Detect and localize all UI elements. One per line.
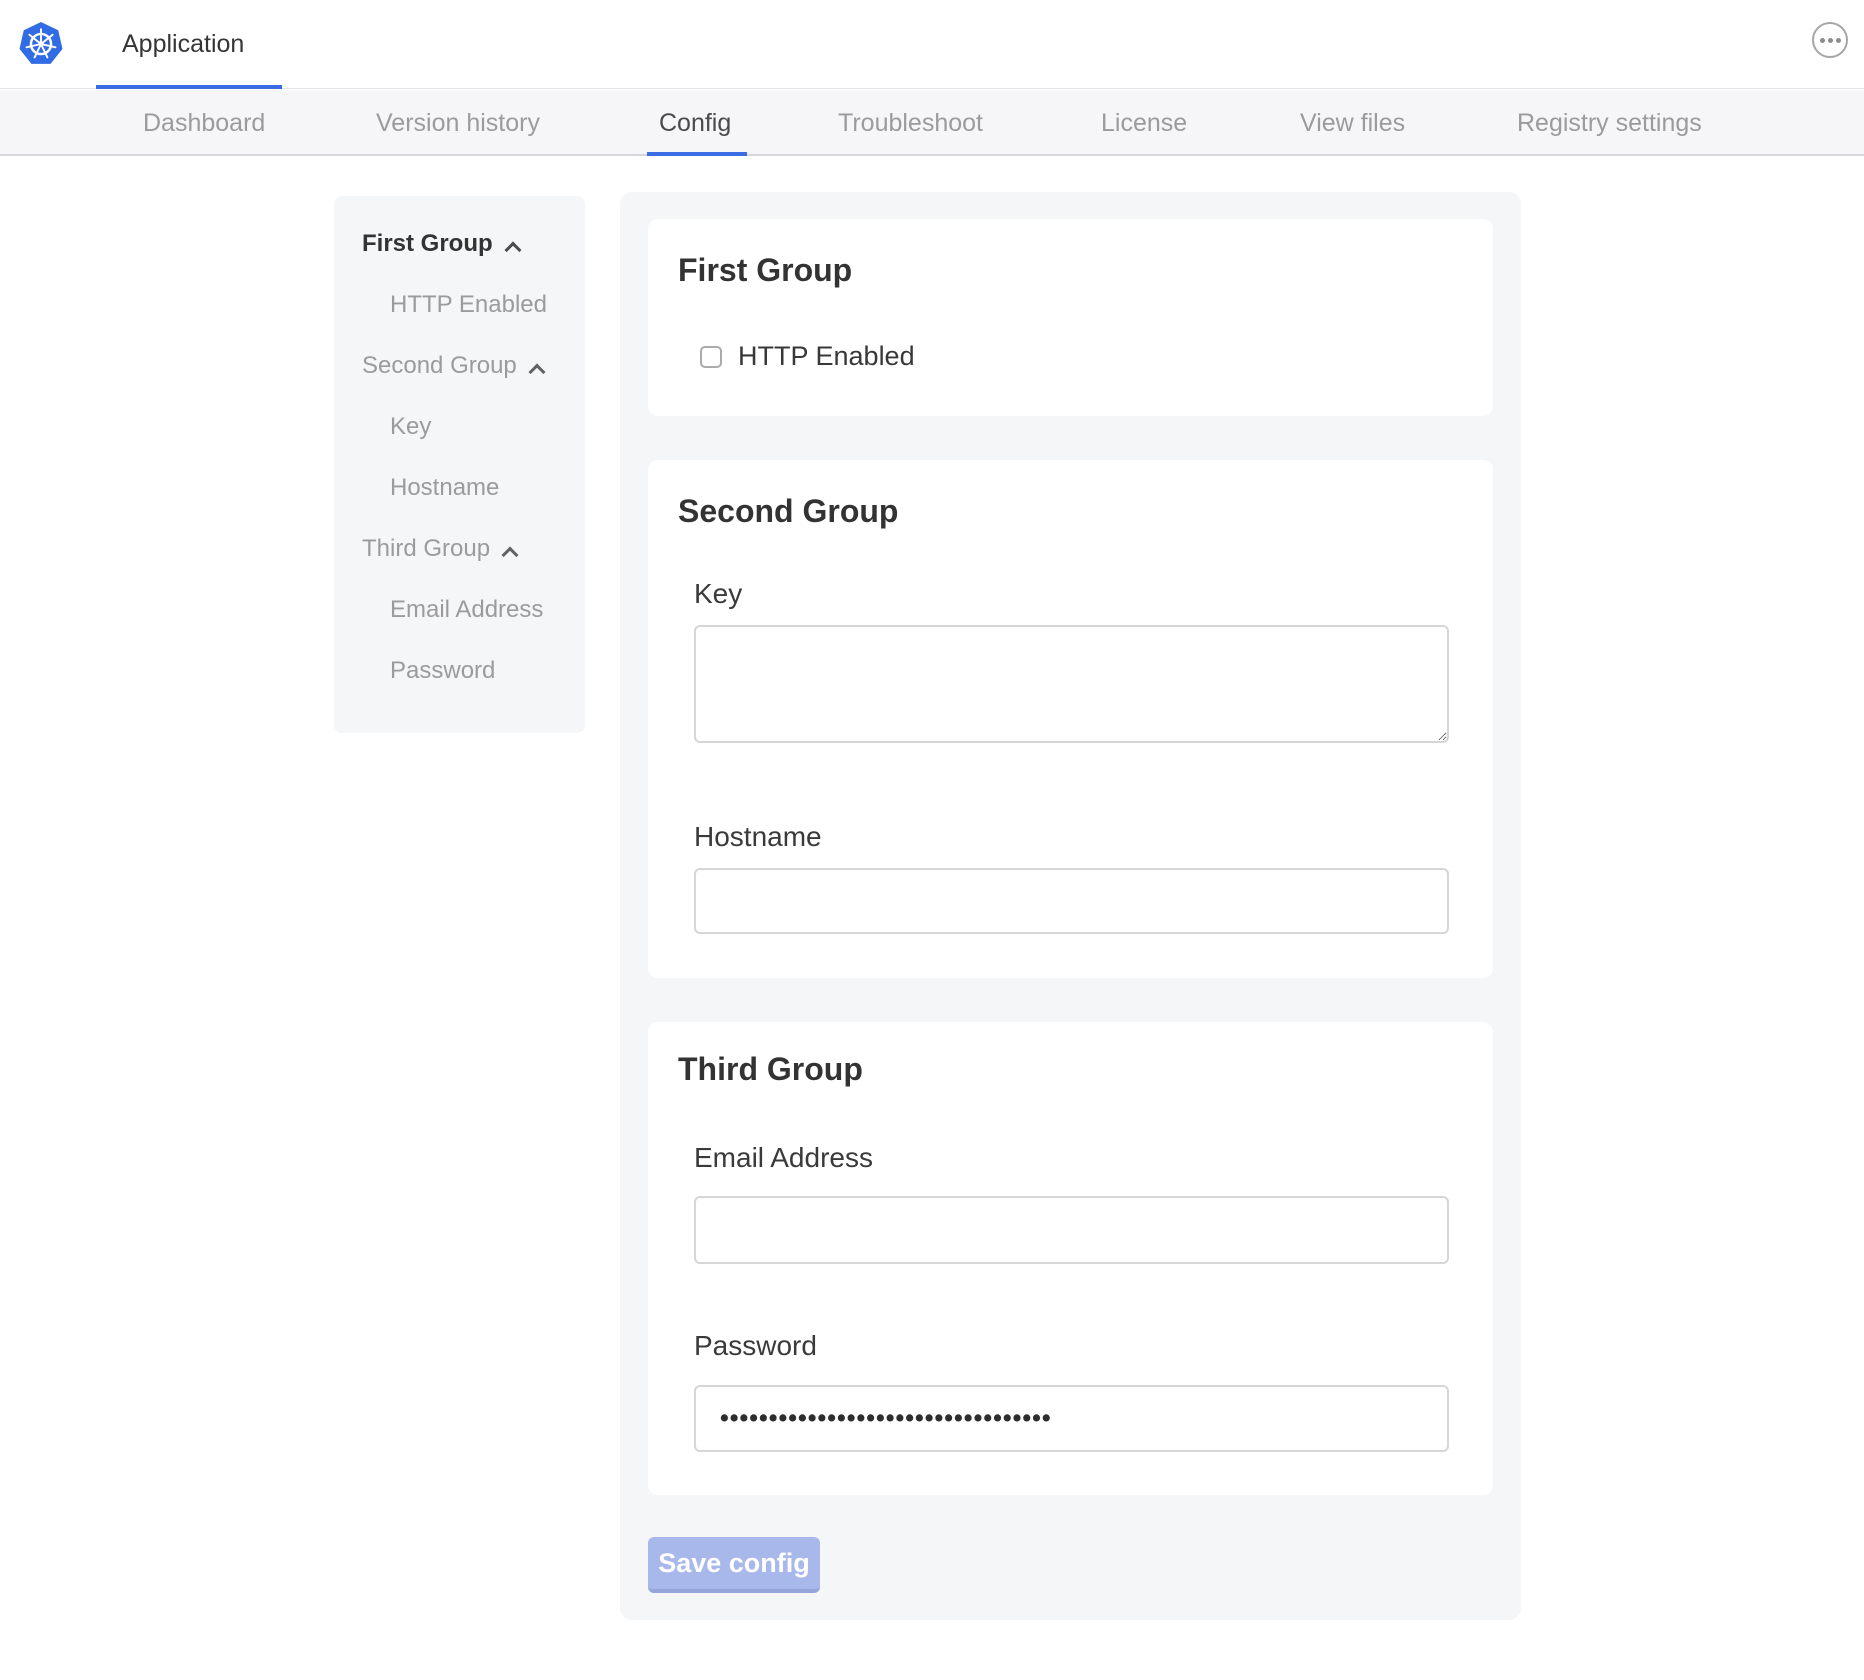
- app-header: Application: [0, 0, 1864, 89]
- chevron-up-icon: [528, 364, 545, 381]
- second-group-card: Second Group Key Hostname: [648, 460, 1493, 978]
- active-app-tab-indicator: [96, 85, 282, 89]
- config-form-panel: First Group HTTP Enabled Second Group Ke…: [620, 192, 1521, 1620]
- tab-license[interactable]: License: [1101, 90, 1187, 156]
- sidebar-item-password[interactable]: Password: [362, 659, 585, 683]
- kubernetes-logo-icon: [18, 21, 64, 67]
- email-address-label: Email Address: [694, 1144, 1463, 1172]
- key-label: Key: [694, 580, 1463, 608]
- sidebar-item-hostname[interactable]: Hostname: [362, 476, 585, 500]
- tab-view-files[interactable]: View files: [1300, 90, 1405, 156]
- hostname-input[interactable]: [694, 868, 1449, 934]
- password-label: Password: [694, 1332, 1463, 1360]
- tab-registry-settings[interactable]: Registry settings: [1517, 90, 1702, 156]
- tab-application[interactable]: Application: [96, 0, 282, 89]
- http-enabled-label: HTTP Enabled: [738, 343, 915, 370]
- http-enabled-row[interactable]: HTTP Enabled: [700, 343, 1463, 370]
- application-tab-label: Application: [122, 30, 244, 59]
- tab-version-history[interactable]: Version history: [376, 90, 540, 156]
- email-address-input[interactable]: [694, 1196, 1449, 1264]
- tab-config[interactable]: Config: [659, 90, 731, 156]
- active-nav-tab-indicator: [647, 152, 747, 156]
- sidebar-item-second-group[interactable]: Second Group: [362, 354, 585, 378]
- config-groups-sidebar: First Group HTTP Enabled Second Group Ke…: [334, 196, 585, 733]
- key-textarea[interactable]: [694, 625, 1449, 743]
- tab-dashboard[interactable]: Dashboard: [143, 90, 265, 156]
- sidebar-item-third-group[interactable]: Third Group: [362, 537, 585, 561]
- chevron-up-icon: [504, 242, 521, 259]
- third-group-card: Third Group Email Address Password: [648, 1022, 1493, 1495]
- ellipsis-icon: [1820, 38, 1825, 43]
- http-enabled-checkbox[interactable]: [700, 346, 722, 368]
- password-input[interactable]: [694, 1385, 1449, 1452]
- save-config-button[interactable]: Save config: [648, 1537, 820, 1593]
- sidebar-item-email-address[interactable]: Email Address: [362, 598, 585, 622]
- first-group-card: First Group HTTP Enabled: [648, 219, 1493, 416]
- kots-admin-config-page: Application Dashboard Version history Co…: [0, 0, 1864, 1680]
- sidebar-item-first-group[interactable]: First Group: [362, 232, 585, 256]
- tab-troubleshoot[interactable]: Troubleshoot: [838, 90, 983, 156]
- app-navbar: Dashboard Version history Config Trouble…: [0, 90, 1864, 156]
- third-group-title: Third Group: [678, 1052, 1463, 1086]
- sidebar-item-http-enabled[interactable]: HTTP Enabled: [362, 293, 585, 317]
- sidebar-item-key[interactable]: Key: [362, 415, 585, 439]
- second-group-title: Second Group: [678, 494, 1463, 528]
- first-group-title: First Group: [678, 253, 1463, 287]
- overflow-menu-button[interactable]: [1812, 22, 1848, 58]
- chevron-up-icon: [502, 547, 519, 564]
- hostname-label: Hostname: [694, 823, 1463, 851]
